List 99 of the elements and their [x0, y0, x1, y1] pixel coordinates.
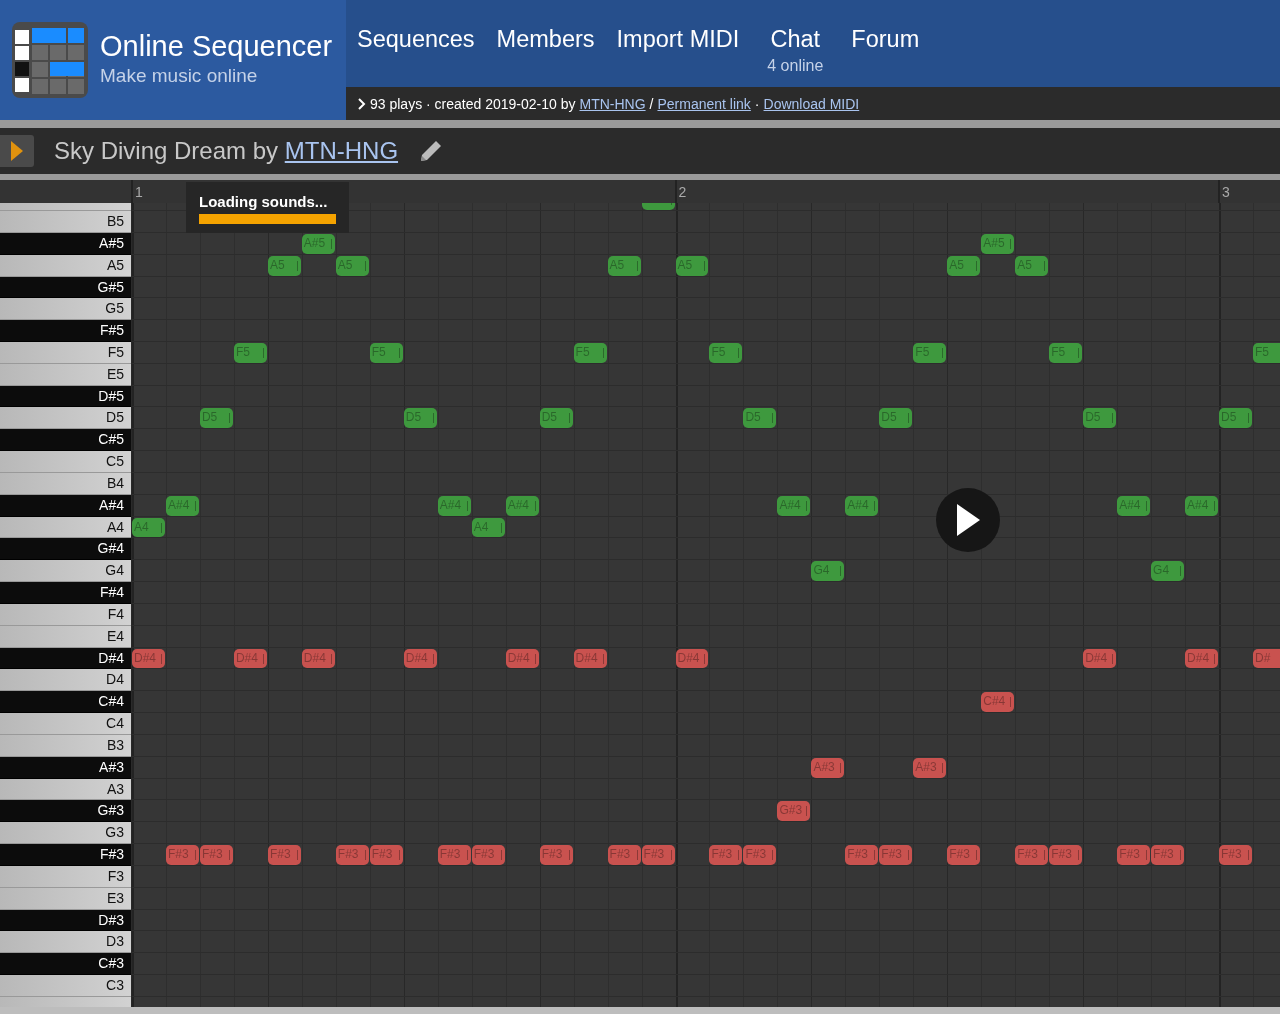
note[interactable]: D#4 [233, 648, 267, 669]
note[interactable]: A#3 [913, 757, 947, 778]
permanent-link[interactable]: Permanent link [657, 95, 751, 112]
note[interactable]: D#4 [505, 648, 539, 669]
note[interactable]: F#3 [845, 845, 879, 865]
nav-link[interactable]: Forum [851, 26, 920, 53]
note[interactable]: F#3 [165, 845, 199, 865]
download-link[interactable]: Download MIDI [763, 95, 860, 112]
note[interactable]: A#3 [811, 757, 845, 778]
nav-link[interactable]: Sequences [357, 26, 475, 53]
piano-key[interactable]: F#3 [0, 844, 131, 866]
nav-link[interactable]: Members [496, 26, 595, 53]
piano-key[interactable]: F5 [0, 342, 131, 364]
separator: · [754, 95, 760, 112]
piano-key[interactable]: G3 [0, 822, 131, 845]
note-lane[interactable]: A#3 A#3 [131, 756, 1280, 779]
piano-key[interactable]: E4 [0, 625, 131, 648]
piano-key[interactable]: G#5 [0, 276, 131, 299]
piano-key[interactable]: F3 [0, 865, 131, 888]
note[interactable]: F#3 [1117, 845, 1151, 865]
note[interactable]: G#3 [777, 801, 811, 822]
note[interactable]: F#3 [1015, 845, 1049, 865]
piano-key[interactable]: G#3 [0, 800, 131, 823]
bar-number: 1 [134, 184, 143, 200]
note[interactable]: F#3 [1219, 845, 1252, 865]
separator: / [649, 95, 654, 112]
piano-key[interactable]: F#4 [0, 582, 131, 604]
piano-key[interactable]: A#5 [0, 232, 131, 255]
site-tagline: Make music online [100, 64, 259, 87]
note[interactable]: D#4 [1185, 648, 1219, 669]
note[interactable]: F#3 [879, 845, 913, 865]
piano-key[interactable]: G#4 [0, 538, 131, 561]
note[interactable]: D#4 [573, 648, 607, 669]
site-title[interactable]: Online Sequencer [100, 29, 333, 63]
note[interactable]: F#3 [335, 845, 369, 865]
note-lane[interactable]: G#3 [131, 800, 1280, 823]
author-link[interactable]: MTN-HNG [579, 95, 646, 112]
piano-key[interactable]: C#4 [0, 691, 131, 714]
note[interactable]: F#3 [1151, 845, 1185, 865]
author-link[interactable]: MTN-HNG [284, 137, 399, 164]
note[interactable]: F#3 [743, 845, 777, 865]
play-icon [955, 503, 981, 537]
note[interactable]: D#4 [132, 648, 165, 669]
piano-key[interactable]: D#4 [0, 647, 131, 670]
note-lane[interactable]: F#3 F#3 F#3 F#3 F#3 F#3 F#3 F#3 F#3 F#3 F#3 F#3 F#3 F#3 F#3 F#3 F#3 F#3 F#3 F#3 [131, 844, 1280, 866]
note[interactable]: F#3 [607, 845, 641, 865]
bar-number: 3 [1221, 184, 1230, 200]
note[interactable]: F#3 [709, 845, 743, 865]
nav-link[interactable]: Chat 4 online [761, 26, 830, 75]
loading-text: Loading sounds... [199, 193, 329, 210]
piano-key[interactable]: E5 [0, 363, 131, 386]
note[interactable]: F#3 [267, 845, 301, 865]
piano-key[interactable]: A5 [0, 254, 131, 277]
scrollbar[interactable] [0, 1007, 1280, 1014]
logo-icon [12, 22, 88, 98]
nav-link[interactable]: Import MIDI [616, 26, 740, 53]
chevron-icon [358, 97, 366, 110]
piano-key[interactable]: C#3 [0, 953, 131, 975]
note[interactable]: F#3 [471, 845, 505, 865]
piano-key[interactable]: C4 [0, 713, 131, 735]
note[interactable]: F#3 [369, 845, 403, 865]
note[interactable]: C#4 [981, 692, 1015, 713]
note-lane[interactable]: C#4 [131, 691, 1280, 714]
piano-key[interactable]: F#5 [0, 320, 131, 342]
note[interactable]: F#3 [539, 845, 573, 865]
piano-key[interactable]: D#5 [0, 385, 131, 408]
piano-key[interactable]: D3 [0, 931, 131, 954]
piano-key[interactable]: D5 [0, 407, 131, 430]
note[interactable]: D#4 [301, 648, 335, 669]
piano-key[interactable]: B4 [0, 472, 131, 495]
note[interactable]: F#3 [641, 845, 675, 865]
piano-key[interactable]: G5 [0, 298, 131, 321]
piano-key[interactable]: A4 [0, 516, 131, 539]
bar-number: 2 [677, 184, 687, 200]
piano-key[interactable]: C#5 [0, 429, 131, 452]
piano-key[interactable]: C3 [0, 975, 131, 997]
piano-key[interactable]: B5 [0, 211, 131, 233]
piano-key[interactable]: B3 [0, 734, 131, 757]
piano-key[interactable]: E3 [0, 887, 131, 910]
play-icon [10, 140, 24, 162]
note[interactable]: D#4 [403, 648, 437, 669]
note[interactable]: D#4 [675, 648, 709, 669]
note[interactable]: D#4 [1083, 648, 1117, 669]
play-stats: 93 plays · created 2019-02-10 by [370, 95, 576, 112]
note-lane[interactable]: D#4 D#4 D#4 D#4 D#4 D#4 D#4 D#4 D#4 D# [131, 647, 1280, 670]
piano-key[interactable]: D4 [0, 669, 131, 692]
note[interactable]: F#3 [437, 845, 471, 865]
piano-key[interactable]: A#4 [0, 494, 131, 517]
piano-key[interactable]: D#3 [0, 909, 131, 932]
piano-key[interactable]: F4 [0, 603, 131, 626]
note[interactable]: F#3 [947, 845, 981, 865]
note[interactable]: F#3 [199, 845, 233, 865]
note[interactable]: D# [1253, 648, 1280, 669]
piano-key[interactable]: G4 [0, 560, 131, 583]
note[interactable]: F#3 [1049, 845, 1083, 865]
piano-key[interactable]: A#3 [0, 756, 131, 779]
piano-key[interactable]: A3 [0, 778, 131, 801]
sequence-title: Sky Diving Dream by MTN-HNG [54, 137, 399, 165]
piano-key[interactable]: C5 [0, 451, 131, 473]
